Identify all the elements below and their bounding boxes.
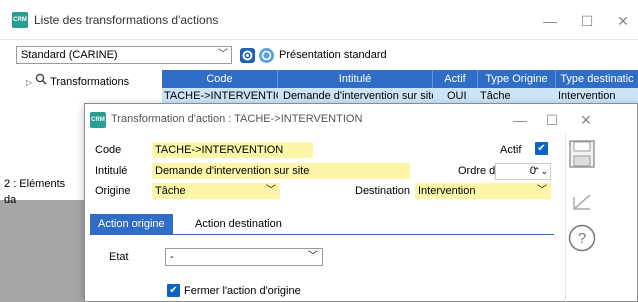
destination-label: Destination [355,185,411,197]
presentation-combo-value: Standard (CARINE) [21,49,118,61]
transformation-dialog: CRM Transformation d'action : TACHE->INT… [84,103,638,302]
tree-item-label: Transformations [50,76,130,88]
etat-value: - [170,251,174,263]
intitule-label: Intitulé [95,165,128,177]
intitule-field[interactable]: Demande d'intervention sur site [152,163,410,179]
window-title: Liste des transformations d'actions [34,13,219,27]
cell-code: TACHE->INTERVENTION [164,90,278,102]
code-field[interactable]: TACHE->INTERVENTION [152,142,313,158]
status-text: 2 : Eléments da [4,178,66,206]
dialog-minimize-icon[interactable]: — [505,112,535,128]
dialog-title: Transformation d'action : TACHE->INTERVE… [111,113,363,125]
cell-type-destination: Intervention [558,90,616,102]
grid-header: Code Intitulé Actif Type Origine Type de… [162,70,638,88]
undo-icon[interactable] [566,186,598,218]
settings-gear-icon[interactable] [240,48,255,63]
column-header-code[interactable]: Code [162,70,278,88]
table-row[interactable]: TACHE->INTERVENTION Demande d'interventi… [162,88,638,104]
dialog-maximize-icon[interactable]: ☐ [537,112,567,128]
destination-value: Intervention [418,185,476,197]
fermer-checkbox[interactable]: ✔ [167,284,180,297]
minimize-icon[interactable]: — [535,13,565,29]
origine-label: Origine [95,185,131,197]
origine-value: Tâche [155,185,186,197]
chevron-down-icon: ﹀ [308,251,318,262]
maximize-icon[interactable]: ☐ [572,13,602,29]
etat-select[interactable]: - ﹀ [165,248,323,266]
chevron-down-icon: ﹀ [218,49,228,60]
etat-label: Etat [109,251,129,263]
tab-action-destination[interactable]: Action destination [187,214,290,234]
cell-intitule: Demande d'intervention sur site [283,90,433,102]
presentation-combo[interactable]: Standard (CARINE) ﹀ [16,46,232,64]
cell-type-origine: Tâche [480,90,511,102]
ordre-tri-stepper[interactable]: 0 ⌃⌄ [495,163,551,180]
dialog-close-icon[interactable]: ✕ [571,112,601,128]
tab-divider [90,234,554,235]
destination-select[interactable]: Intervention ﹀ [415,183,551,199]
help-icon[interactable]: ? [566,222,598,254]
outer-title-bar: CRM Liste des transformations d'actions … [0,0,638,40]
column-header-type-origine[interactable]: Type Origine [478,70,556,88]
chevron-down-icon: ﹀ [266,185,276,196]
view-icon[interactable] [259,48,274,63]
dialog-app-icon: CRM [90,112,106,128]
column-header-actif[interactable]: Actif [433,70,478,88]
chevron-down-icon: ﹀ [537,185,547,196]
svg-text:?: ? [578,230,586,247]
presentation-label: Présentation standard [279,49,387,61]
column-header-type-destination[interactable]: Type destinatic [556,70,638,88]
tab-action-origine[interactable]: Action origine [90,214,173,234]
outer-toolbar: Standard (CARINE) ﹀ Présentation standar… [0,40,638,67]
fermer-label: Fermer l'action d'origine [184,285,301,297]
actif-checkbox[interactable]: ✔ [535,142,548,155]
expand-arrow-icon[interactable]: ▷ [26,78,32,87]
tree-item-transformations[interactable]: ▷ Transformations [26,73,129,88]
cell-actif: OUI [447,90,467,102]
column-header-intitule[interactable]: Intitulé [278,70,433,88]
search-icon [35,73,47,88]
spin-icon[interactable]: ⌃⌄ [533,164,548,179]
actif-label: Actif [500,144,522,156]
app-icon: CRM [12,12,28,28]
code-label: Code [95,144,122,156]
origine-select[interactable]: Tâche ﹀ [152,183,280,199]
save-icon[interactable] [566,138,598,170]
close-icon[interactable]: ✕ [608,13,638,29]
